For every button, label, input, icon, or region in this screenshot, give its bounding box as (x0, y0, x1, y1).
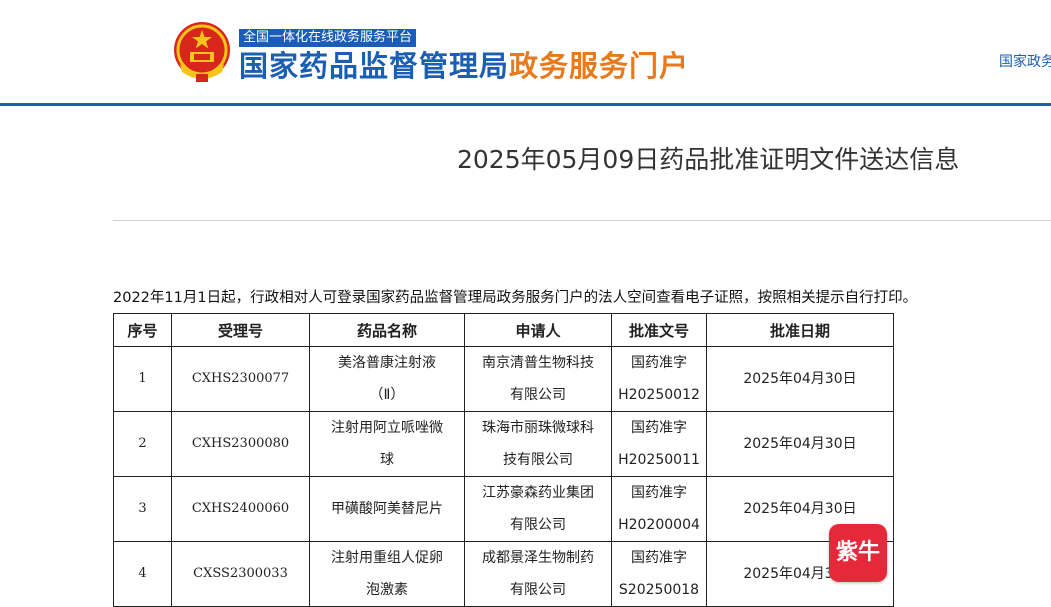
cell-acceptance-no: CXHS2400060 (171, 476, 310, 542)
news-app-logo-icon: 紫牛 (829, 524, 887, 582)
cell-seq: 4 (113, 541, 172, 607)
page-title: 2025年05月09日药品批准证明文件送达信息 (457, 145, 960, 174)
cell-drug-name: 甲磺酸阿美替尼片 (309, 476, 465, 542)
column-header-seq: 序号 (113, 313, 172, 347)
column-header-drug-name: 药品名称 (309, 313, 465, 347)
site-title-main: 国家药品监督管理局 (239, 49, 510, 83)
cell-approval-date: 2025年04月30日 (706, 346, 894, 412)
notice-text: 2022年11月1日起，行政相对人可登录国家药品监督管理局政务服务门户的法人空间… (113, 290, 918, 306)
table-header-row: 序号 受理号 药品名称 申请人 批准文号 批准日期 (113, 313, 894, 347)
cell-seq: 1 (113, 346, 172, 412)
site-title-accent: 政务服务门户 (509, 49, 690, 83)
cell-applicant: 南京清普生物科技 有限公司 (464, 346, 612, 412)
site-title[interactable]: 国家药品监督管理局政务服务门户 (239, 48, 689, 84)
header-divider (0, 103, 1051, 106)
cell-approval-date: 2025年04月30日 (706, 411, 894, 477)
column-header-approval-date: 批准日期 (706, 313, 894, 347)
site-header: 全国一体化在线政务服务平台 国家药品监督管理局政务服务门户 国家政务 (0, 0, 1051, 104)
cell-acceptance-no: CXHS2300080 (171, 411, 310, 477)
cell-applicant: 成都景泽生物制药 有限公司 (464, 541, 612, 607)
table-row: 3 CXHS2400060 甲磺酸阿美替尼片 江苏豪森药业集团 有限公司 国药准字… (113, 476, 894, 542)
column-header-applicant: 申请人 (464, 313, 612, 347)
platform-badge[interactable]: 全国一体化在线政务服务平台 (239, 29, 417, 47)
cell-acceptance-no: CXSS2300033 (171, 541, 310, 607)
title-divider (113, 220, 1051, 221)
approval-table: 序号 受理号 药品名称 申请人 批准文号 批准日期 1 CXHS2300077 … (113, 313, 894, 607)
cell-drug-name: 注射用重组人促卵 泡激素 (309, 541, 465, 607)
cell-applicant: 江苏豪森药业集团 有限公司 (464, 476, 612, 542)
top-nav-link[interactable]: 国家政务 (999, 51, 1051, 71)
cell-approval-no: 国药准字 H20200004 (611, 476, 707, 542)
cell-drug-name: 美洛普康注射液 （Ⅱ） (309, 346, 465, 412)
cell-approval-no: 国药准字 H20250011 (611, 411, 707, 477)
cell-approval-no: 国药准字 H20250012 (611, 346, 707, 412)
table-row: 1 CXHS2300077 美洛普康注射液 （Ⅱ） 南京清普生物科技 有限公司 国药… (113, 346, 894, 412)
table-row: 2 CXHS2300080 注射用阿立哌唑微球 珠海市丽珠微球科 技有限公司 国药… (113, 411, 894, 477)
cell-approval-no: 国药准字 S20250018 (611, 541, 707, 607)
national-emblem-icon (174, 22, 230, 82)
table-row: 4 CXSS2300033 注射用重组人促卵 泡激素 成都景泽生物制药 有限公司 国… (113, 541, 894, 607)
column-header-approval-no: 批准文号 (611, 313, 707, 347)
column-header-acceptance-no: 受理号 (171, 313, 310, 347)
cell-applicant: 珠海市丽珠微球科 技有限公司 (464, 411, 612, 477)
cell-drug-name: 注射用阿立哌唑微球 (309, 411, 465, 477)
cell-seq: 3 (113, 476, 172, 542)
cell-acceptance-no: CXHS2300077 (171, 346, 310, 412)
cell-seq: 2 (113, 411, 172, 477)
